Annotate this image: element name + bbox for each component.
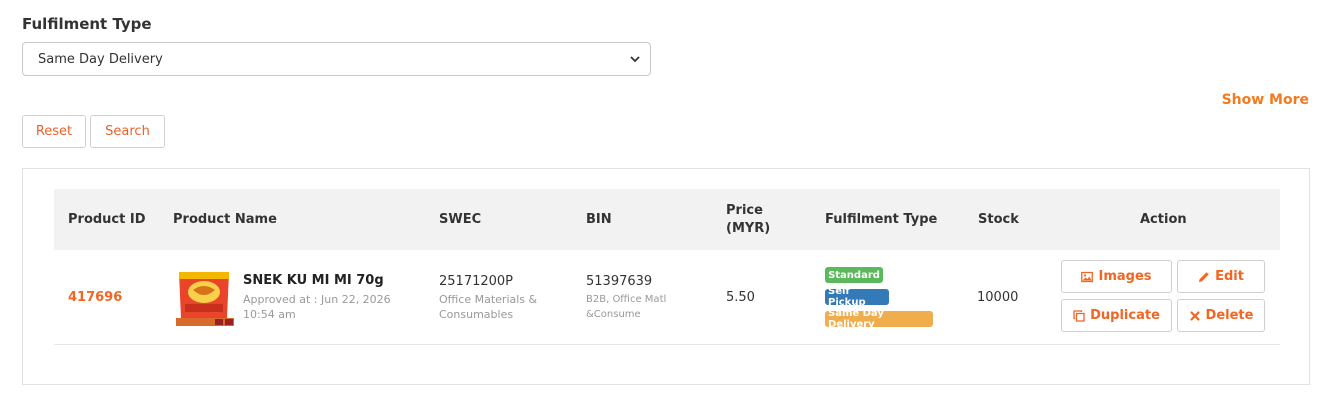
header-fulfilment-type: Fulfilment Type (825, 211, 938, 227)
table-header: Product ID Product Name SWEC BIN Price (… (54, 189, 1280, 250)
approved-at-time: 10:54 am (243, 308, 296, 321)
product-name: SNEK KU MI MI 70g (243, 273, 384, 288)
price-value: 5.50 (726, 290, 755, 305)
header-action: Action (1140, 211, 1187, 227)
header-price-unit: (MYR) (726, 220, 771, 236)
row-divider (54, 344, 1280, 345)
approved-at-date: Approved at : Jun 22, 2026 (243, 293, 391, 306)
fulfilment-type-selected-value: Same Day Delivery (38, 51, 163, 67)
product-id-link[interactable]: 417696 (68, 290, 122, 305)
reset-button[interactable]: Reset (22, 115, 86, 148)
chevron-down-icon (630, 56, 640, 63)
swec-description-line: Office Materials & (439, 293, 538, 306)
show-more-link[interactable]: Show More (1222, 92, 1309, 108)
images-button-label: Images (1098, 269, 1152, 284)
delete-button-label: Delete (1205, 308, 1254, 323)
results-panel: Product ID Product Name SWEC BIN Price (… (22, 168, 1310, 385)
bin-description-line: &Consume (586, 309, 641, 320)
duplicate-button[interactable]: Duplicate (1061, 299, 1172, 332)
images-button[interactable]: Images (1061, 260, 1172, 293)
badge-same-day-delivery: Same Day Delivery (825, 308, 933, 330)
bin-code: 51397639 (586, 274, 653, 289)
header-stock: Stock (978, 211, 1019, 227)
header-product-id: Product ID (68, 211, 146, 227)
delete-button[interactable]: Delete (1177, 299, 1265, 332)
swec-description-line: Consumables (439, 308, 514, 321)
header-price-label: Price (726, 202, 763, 218)
header-bin: BIN (586, 211, 612, 227)
duplicate-button-label: Duplicate (1090, 308, 1160, 323)
swec-description: Office Materials & Consumables (439, 292, 559, 322)
bin-description-line: B2B, Office Matl (586, 294, 667, 305)
fulfilment-type-label: Fulfilment Type (22, 15, 152, 33)
header-swec: SWEC (439, 211, 482, 227)
fulfilment-type-select[interactable]: Same Day Delivery (22, 42, 651, 76)
search-button[interactable]: Search (90, 115, 165, 148)
swec-code: 25171200P (439, 274, 514, 289)
image-icon (1081, 271, 1094, 282)
product-package-icon (173, 268, 235, 329)
bin-description: B2B, Office Matl &Consume (586, 292, 696, 322)
header-product-name: Product Name (173, 211, 277, 227)
badge-standard: Standard (825, 267, 883, 283)
header-price: Price (MYR) (726, 189, 770, 250)
pencil-icon (1199, 271, 1209, 282)
edit-button[interactable]: Edit (1177, 260, 1265, 293)
copy-icon (1073, 309, 1085, 322)
badge-self-pickup: Self Pickup (825, 286, 889, 308)
close-icon (1189, 310, 1200, 321)
approved-at: Approved at : Jun 22, 2026 10:54 am (243, 292, 393, 322)
edit-button-label: Edit (1215, 269, 1244, 284)
stock-value: 10000 (977, 290, 1019, 305)
